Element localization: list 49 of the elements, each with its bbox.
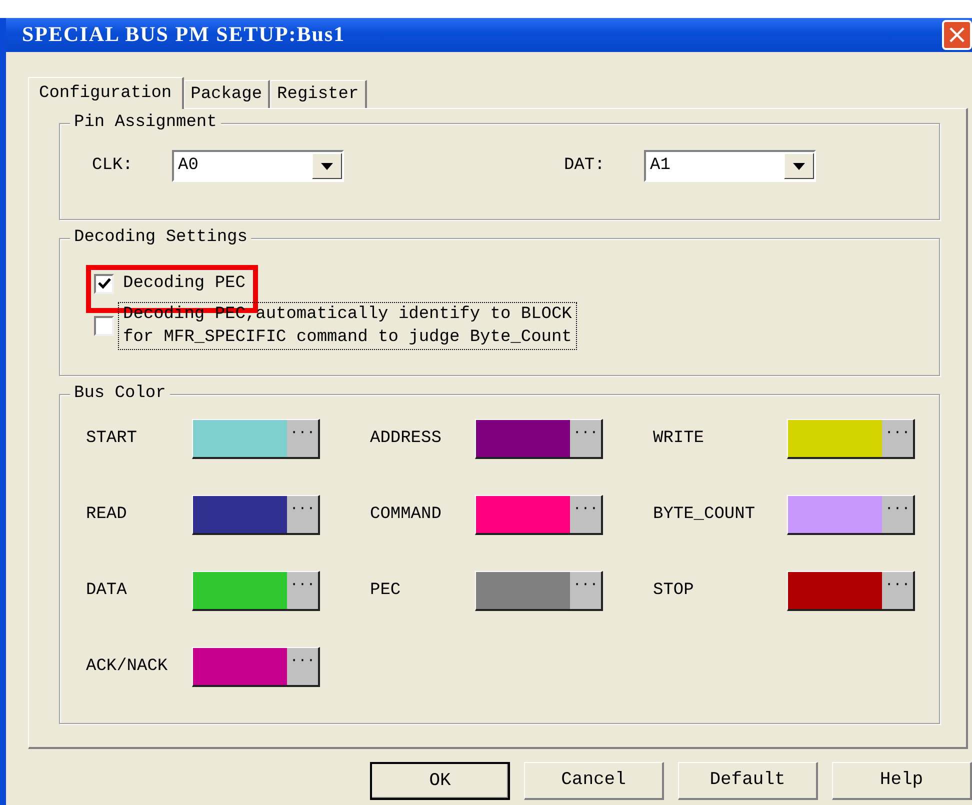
- dialog-button[interactable]: Default: [678, 762, 818, 800]
- checkbox-label[interactable]: Decoding PEC: [118, 271, 250, 296]
- dialog-button[interactable]: OK: [370, 762, 510, 800]
- color-swatch[interactable]: [193, 572, 287, 609]
- color-label: STOP: [653, 580, 695, 602]
- color-swatch[interactable]: [788, 572, 882, 609]
- dialog-button[interactable]: Help: [832, 762, 972, 800]
- color-label: START: [86, 428, 138, 450]
- color-swatch[interactable]: [193, 648, 287, 685]
- browse-button[interactable]: ···: [287, 420, 318, 457]
- close-button[interactable]: ×: [942, 20, 972, 50]
- dropdown-arrow-icon: [793, 162, 805, 170]
- color-label: READ: [86, 504, 128, 526]
- color-swatch[interactable]: [193, 496, 287, 533]
- tab[interactable]: Register: [270, 80, 367, 108]
- browse-button[interactable]: ···: [882, 572, 913, 609]
- color-swatch[interactable]: [476, 496, 570, 533]
- browse-button[interactable]: ···: [882, 420, 913, 457]
- color-swatch[interactable]: [476, 420, 570, 457]
- color-label: BYTE_COUNT: [653, 504, 756, 526]
- color-swatch[interactable]: [193, 420, 287, 457]
- color-label: WRITE: [653, 428, 706, 450]
- color-label: ACK/NACK: [86, 656, 169, 678]
- browse-button[interactable]: ···: [570, 420, 601, 457]
- color-swatch[interactable]: [788, 496, 882, 533]
- field-label: DAT:: [564, 155, 606, 178]
- dropdown-field[interactable]: A0: [172, 150, 344, 182]
- dropdown-arrow-icon: [321, 162, 333, 170]
- browse-button[interactable]: ···: [287, 572, 318, 609]
- color-label: DATA: [86, 580, 128, 602]
- color-label: ADDRESS: [370, 428, 442, 450]
- color-label: COMMAND: [370, 504, 442, 526]
- tab[interactable]: Configuration: [28, 77, 184, 109]
- checkmark-icon: [98, 278, 110, 289]
- color-swatch[interactable]: [476, 572, 570, 609]
- browse-button[interactable]: ···: [882, 496, 913, 533]
- color-swatch[interactable]: [788, 420, 882, 457]
- checkbox[interactable]: [94, 316, 114, 336]
- field-label: CLK:: [92, 155, 134, 178]
- dropdown-field[interactable]: A1: [644, 150, 816, 182]
- browse-button[interactable]: ···: [287, 496, 318, 533]
- window-title: SPECIAL BUS PM SETUP:Bus1: [22, 21, 346, 48]
- color-label: PEC: [370, 580, 402, 602]
- browse-button[interactable]: ···: [570, 496, 601, 533]
- tab[interactable]: Package: [184, 80, 270, 108]
- browse-button[interactable]: ···: [570, 572, 601, 609]
- dialog-button[interactable]: Cancel: [524, 762, 664, 800]
- browse-button[interactable]: ···: [287, 648, 318, 685]
- checkbox[interactable]: [94, 274, 114, 294]
